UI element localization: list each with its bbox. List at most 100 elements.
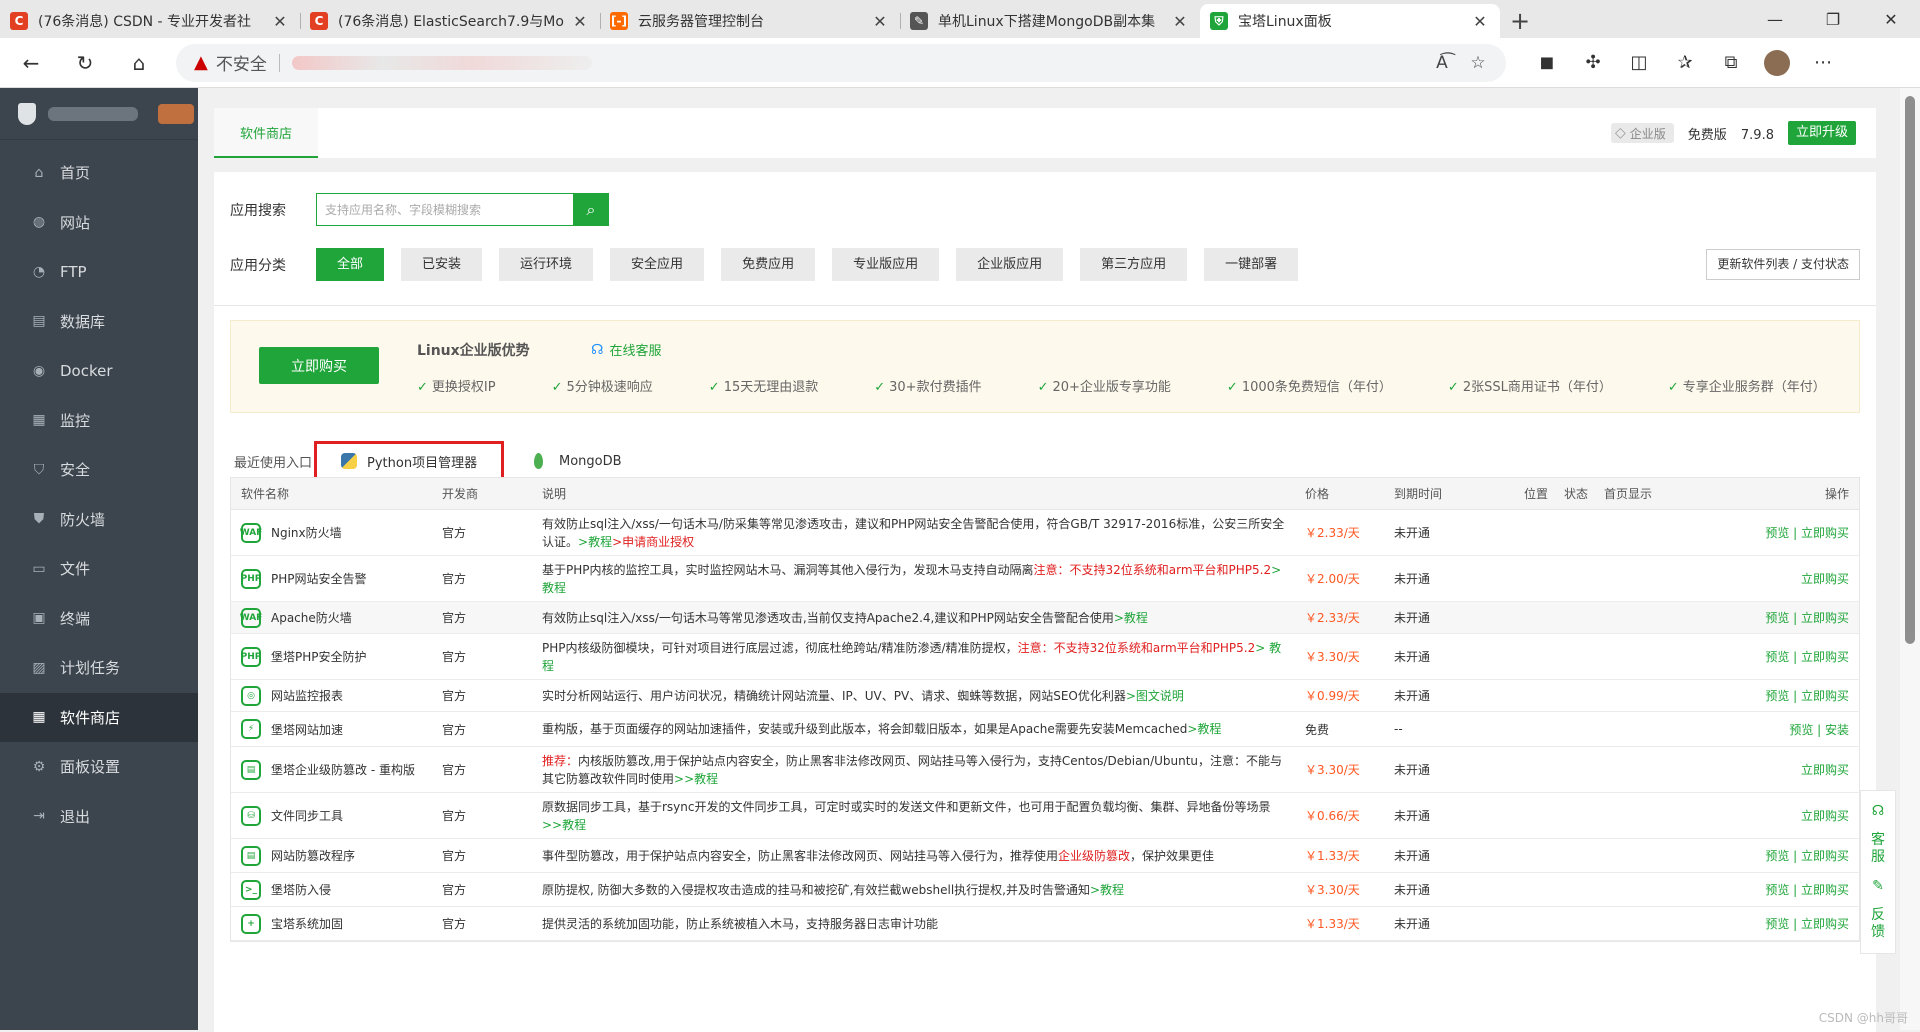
- category-row: 应用分类 全部已安装运行环境安全应用免费应用专业版应用企业版应用第三方应用一键部…: [230, 248, 1860, 281]
- headset-icon: ☊: [591, 342, 603, 358]
- description-warning[interactable]: >申请商业授权: [612, 535, 694, 549]
- sidebar-item[interactable]: ⚙面板设置: [0, 742, 198, 792]
- service-button[interactable]: 客服: [1871, 832, 1885, 866]
- sidebar-item[interactable]: ▭文件: [0, 544, 198, 594]
- avatar[interactable]: [1764, 50, 1790, 76]
- tutorial-link[interactable]: >教程: [1187, 722, 1221, 736]
- extension-icon[interactable]: ◼: [1524, 45, 1570, 81]
- action-links[interactable]: 预览 | 立即购买: [1694, 881, 1859, 898]
- action-links[interactable]: 预览 | 立即购买: [1694, 609, 1859, 626]
- read-aloud-icon[interactable]: A͡: [1424, 53, 1460, 73]
- category-button[interactable]: 已安装: [401, 248, 482, 281]
- sidebar-item[interactable]: ◔FTP: [0, 247, 198, 297]
- sidebar-item[interactable]: ⛉安全: [0, 445, 198, 495]
- tutorial-link[interactable]: >教程: [1114, 611, 1148, 625]
- tab-title: 云服务器管理控制台: [638, 11, 864, 31]
- browser-tab[interactable]: ✎单机Linux下搭建MongoDB副本集✕: [900, 4, 1200, 38]
- refresh-list-button[interactable]: 更新软件列表 / 支付状态: [1706, 249, 1860, 280]
- tutorial-link[interactable]: >>教程: [542, 818, 586, 832]
- category-button[interactable]: 企业版应用: [956, 248, 1063, 281]
- add-favorite-icon[interactable]: ☆: [1460, 53, 1496, 73]
- action-links[interactable]: 预览 | 立即购买: [1694, 524, 1859, 541]
- online-service-link[interactable]: ☊ 在线客服: [591, 340, 661, 359]
- browser-tab[interactable]: [-]云服务器管理控制台✕: [600, 4, 900, 38]
- feedback-button[interactable]: 反馈: [1871, 907, 1885, 941]
- software-name-cell: ⛁文件同步工具: [231, 806, 442, 826]
- tutorial-link[interactable]: >图文说明: [1126, 689, 1184, 703]
- recent-mongodb[interactable]: MongoDB: [518, 453, 622, 469]
- back-icon[interactable]: ←: [8, 45, 54, 81]
- category-button[interactable]: 第三方应用: [1080, 248, 1187, 281]
- software-name: 宝塔系统加固: [271, 915, 343, 932]
- tab-close-icon[interactable]: ✕: [270, 12, 290, 31]
- col-home: 首页显示: [1604, 485, 1694, 502]
- sidebar-item[interactable]: ⛊防火墙: [0, 495, 198, 545]
- tab-close-icon[interactable]: ✕: [1170, 12, 1190, 31]
- software-icon: PHP: [241, 647, 261, 667]
- browser-tab[interactable]: C(76条消息) ElasticSearch7.9与Mo✕: [300, 4, 600, 38]
- price-cell: ￥3.30/天: [1305, 881, 1394, 898]
- tutorial-link[interactable]: >教程: [578, 535, 612, 549]
- action-links[interactable]: 立即购买: [1694, 807, 1859, 824]
- description-link[interactable]: 企业级防篡改: [1058, 849, 1130, 863]
- collections-icon[interactable]: ⧉: [1708, 45, 1754, 81]
- table-row: ▤网站防篡改程序官方事件型防篡改，用于保护站点内容安全，防止黑客非法修改网页、网…: [231, 839, 1859, 873]
- action-links[interactable]: 预览 | 立即购买: [1694, 648, 1859, 665]
- tab-close-icon[interactable]: ✕: [1470, 12, 1490, 31]
- url-input[interactable]: ▲ 不安全 A͡ ☆: [176, 44, 1506, 82]
- close-window-icon[interactable]: ✕: [1862, 0, 1920, 38]
- restore-icon[interactable]: ❐: [1804, 0, 1862, 38]
- tab-close-icon[interactable]: ✕: [870, 12, 890, 31]
- sidebar-item[interactable]: ▦软件商店: [0, 693, 198, 743]
- menu-icon: ⇥: [30, 808, 48, 824]
- sidebar-item[interactable]: ⌂首页: [0, 148, 198, 198]
- search-button[interactable]: ⌕: [573, 193, 609, 226]
- favorites-icon[interactable]: ✰: [1662, 45, 1708, 81]
- sidebar-item[interactable]: ◍网站: [0, 198, 198, 248]
- minimize-icon[interactable]: —: [1746, 0, 1804, 38]
- category-button[interactable]: 安全应用: [610, 248, 704, 281]
- page-scrollbar[interactable]: [1900, 88, 1920, 1030]
- action-links[interactable]: 预览 | 立即购买: [1694, 915, 1859, 932]
- software-icon: ◎: [241, 686, 261, 706]
- action-links[interactable]: 立即购买: [1694, 761, 1859, 778]
- home-icon[interactable]: ⌂: [116, 45, 162, 81]
- reload-icon[interactable]: ↻: [62, 45, 108, 81]
- action-links[interactable]: 立即购买: [1694, 570, 1859, 587]
- new-tab-icon[interactable]: +: [1500, 4, 1540, 38]
- sidebar-item-label: 数据库: [60, 311, 105, 332]
- software-name: 网站防篡改程序: [271, 847, 355, 864]
- tutorial-link[interactable]: >>教程: [674, 772, 718, 786]
- price-cell: ￥2.33/天: [1305, 524, 1394, 541]
- puzzle-icon[interactable]: ✣: [1570, 45, 1616, 81]
- description-cell: 有效防止sql注入/xss/一句话木马/防采集等常见渗透攻击，建议和PHP网站安…: [542, 515, 1305, 551]
- split-screen-icon[interactable]: ◫: [1616, 45, 1662, 81]
- recent-python-manager[interactable]: Python项目管理器: [314, 441, 504, 481]
- tab-close-icon[interactable]: ✕: [570, 12, 590, 31]
- buy-now-button[interactable]: 立即购买: [259, 347, 379, 384]
- tutorial-link[interactable]: >教程: [1090, 883, 1124, 897]
- tab-software-store[interactable]: 软件商店: [214, 108, 318, 158]
- action-links[interactable]: 预览 | 安装: [1694, 721, 1859, 738]
- search-input[interactable]: 支持应用名称、字段模糊搜索: [316, 193, 573, 226]
- sidebar-item[interactable]: ▣终端: [0, 594, 198, 644]
- scrollbar-thumb[interactable]: [1905, 96, 1915, 644]
- col-expire: 到期时间: [1394, 485, 1524, 502]
- sidebar-item[interactable]: ▦监控: [0, 396, 198, 446]
- enterprise-badge[interactable]: ◇ 企业版: [1611, 123, 1674, 143]
- category-button[interactable]: 专业版应用: [832, 248, 939, 281]
- action-links[interactable]: 预览 | 立即购买: [1694, 687, 1859, 704]
- sidebar-item[interactable]: ▤数据库: [0, 297, 198, 347]
- browser-tab[interactable]: ⛨宝塔Linux面板✕: [1200, 4, 1500, 38]
- sidebar-item[interactable]: ⇥退出: [0, 792, 198, 842]
- browser-tab[interactable]: C(76条消息) CSDN - 专业开发者社✕: [0, 4, 300, 38]
- upgrade-button[interactable]: 立即升级: [1788, 121, 1856, 145]
- category-button[interactable]: 一键部署: [1204, 248, 1298, 281]
- sidebar-item[interactable]: ◉Docker: [0, 346, 198, 396]
- action-links[interactable]: 预览 | 立即购买: [1694, 847, 1859, 864]
- category-button[interactable]: 免费应用: [721, 248, 815, 281]
- sidebar-item[interactable]: ▨计划任务: [0, 643, 198, 693]
- more-icon[interactable]: ⋯: [1800, 45, 1846, 81]
- category-button[interactable]: 运行环境: [499, 248, 593, 281]
- category-button[interactable]: 全部: [316, 248, 384, 281]
